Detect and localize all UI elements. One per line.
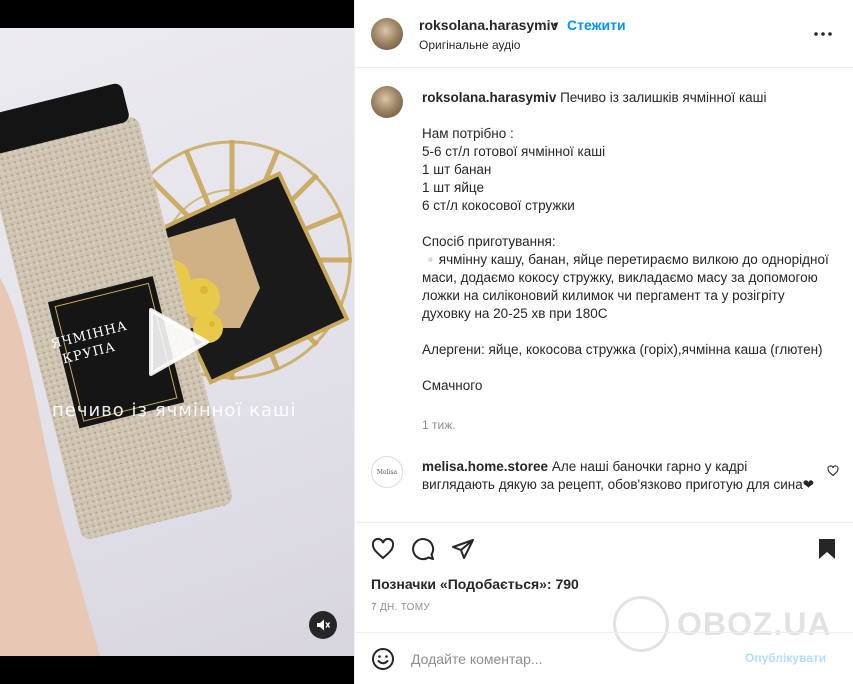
- comment-like-button[interactable]: [827, 464, 841, 478]
- play-icon: [149, 308, 209, 376]
- caption-title: Печиво із залишків ячмінної каші: [560, 90, 767, 105]
- emoji-smile-icon: [372, 648, 394, 670]
- post-caption: roksolana.harasymiv Печиво із залишків я…: [422, 89, 832, 395]
- post-media[interactable]: ЯЧМІННА КРУПА печиво із ячмінної каші: [0, 0, 354, 684]
- caption-line: 5-6 ст/л готової ячмінної каші: [422, 144, 606, 159]
- like-button[interactable]: [371, 537, 397, 563]
- heart-icon: [371, 537, 395, 560]
- video-overlay-text: печиво із ячмінної каші: [52, 400, 297, 421]
- commenter-username[interactable]: melisa.home.storee: [422, 459, 548, 474]
- action-bar: [355, 522, 853, 570]
- post-header: roksolana.harasymiv • Стежити Оригінальн…: [355, 0, 853, 68]
- caption-line: Спосіб приготування:: [422, 234, 556, 249]
- caption-line: Нам потрібно :: [422, 126, 514, 141]
- comment-input[interactable]: [411, 649, 731, 669]
- play-button[interactable]: [145, 306, 211, 378]
- header-separator: •: [553, 16, 558, 32]
- post-details-panel: roksolana.harasymiv • Стежити Оригінальн…: [354, 0, 853, 684]
- caption-author-avatar[interactable]: [371, 86, 403, 118]
- media-top-bar: [0, 0, 354, 28]
- caption-line: ▫️ячмінну кашу, банан, яйце перетираємо …: [422, 252, 829, 321]
- author-username[interactable]: roksolana.harasymiv: [419, 17, 558, 33]
- caption-line: [422, 215, 832, 233]
- add-comment-bar: Опублікувати: [355, 632, 853, 684]
- comment-bubble-icon: [412, 538, 435, 561]
- media-bottom-bar: [0, 656, 354, 684]
- mute-toggle-button[interactable]: [309, 611, 337, 639]
- audio-link[interactable]: Оригінальне аудіо: [419, 38, 520, 52]
- caption-line: 1 шт яйце: [422, 180, 484, 195]
- comments-section[interactable]: roksolana.harasymiv Печиво із залишків я…: [355, 68, 853, 522]
- caption-username[interactable]: roksolana.harasymiv: [422, 90, 556, 105]
- publish-button[interactable]: Опублікувати: [745, 651, 826, 665]
- comment-button[interactable]: [411, 537, 437, 563]
- commenter-avatar[interactable]: Melisa: [371, 456, 403, 488]
- caption-timestamp[interactable]: 1 тиж.: [422, 418, 456, 432]
- caption-line: [422, 107, 832, 125]
- more-dots-icon: [814, 32, 832, 36]
- commenter-avatar-logo: Melisa: [376, 468, 398, 476]
- caption-line: 1 шт банан: [422, 162, 492, 177]
- follow-button[interactable]: Стежити: [567, 17, 626, 33]
- author-avatar[interactable]: [371, 18, 403, 50]
- caption-line: [422, 359, 832, 377]
- save-button[interactable]: [815, 537, 841, 563]
- caption-line: Алергени: яйце, кокосова стружка (горіх)…: [422, 342, 823, 357]
- caption-line: [422, 323, 832, 341]
- heart-outline-icon: [827, 465, 839, 477]
- likes-count[interactable]: Позначки «Подобається»: 790: [371, 576, 579, 592]
- share-button[interactable]: [451, 537, 477, 563]
- more-options-button[interactable]: [811, 22, 835, 46]
- emoji-button[interactable]: [371, 647, 395, 671]
- caption-line: 6 ст/л кокосової стружки: [422, 198, 575, 213]
- paper-plane-icon: [452, 539, 474, 559]
- post-date[interactable]: 7 ДН. ТОМУ: [371, 602, 430, 613]
- muted-speaker-icon: [317, 619, 330, 631]
- caption-line: Смачного: [422, 378, 483, 393]
- comment-item: melisa.home.storee Але наші баночки гарн…: [422, 458, 822, 494]
- bookmark-icon: [819, 539, 835, 559]
